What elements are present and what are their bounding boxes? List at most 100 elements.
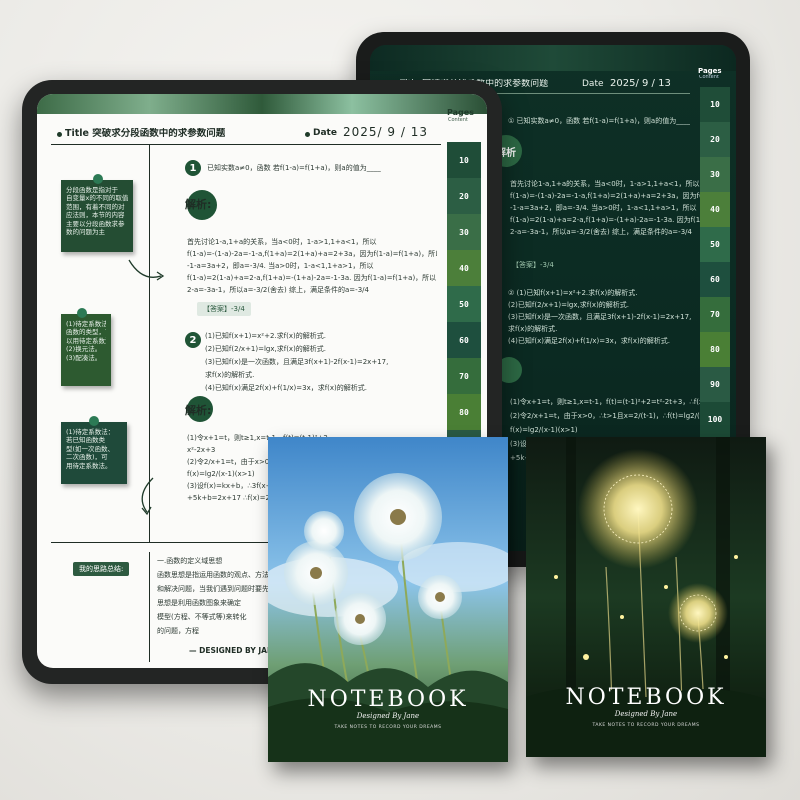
notebook-cover-night: NOTEBOOK Designed By Jane TAKE NOTES TO … [526, 437, 766, 757]
pin-3-icon [89, 416, 99, 426]
page-tab-20[interactable]: 20 [700, 122, 730, 157]
page-tab-30[interactable]: 30 [447, 214, 481, 250]
front-answer: 【答案】-3/4 [197, 302, 251, 316]
front-q2-line: (2)已知f(2/x+1)=lgx,求f(x)的解析式. [205, 345, 327, 353]
front-work-line: 首先讨论1-a,1+a的关系，当a<0时，1-a>1,1+a<1，所以 [187, 238, 377, 246]
sticky-note-3-text: (1)待定系数法： 若已知函数类 型(如一次函数、 二次函数)，可 用待定系数法。 [66, 428, 122, 470]
front-analysis2: 解析: [185, 404, 212, 417]
sticky-note-line: (2)换元法。 [66, 345, 102, 354]
sticky-note-line: 若已知函数类 [66, 436, 105, 445]
back-solution-line: (2)令2/x+1=t，由于x>0，∴t>1且x=2/(t-1)，∴f(t)=l… [510, 412, 700, 420]
page-tab-60[interactable]: 60 [447, 322, 481, 358]
title-bullet-icon [57, 132, 62, 137]
back-work-line: -1-a=3a+2，即a=-3/4. 当a>0时，1-a<1,1+a>1，所以 [510, 204, 697, 212]
notebook-cover-day: NOTEBOOK Designed By Jane TAKE NOTES TO … [268, 437, 508, 762]
back-q2-line: (3)已知f(x)是一次函数，且满足3f(x+1)-2f(x-1)=2x+17, [508, 313, 692, 321]
q1-number-badge: 1 [185, 160, 201, 176]
sticky-note-line: 自变量x的不同的取值 [66, 194, 128, 203]
sticky-note-line: (1)待定系数法： [66, 428, 115, 436]
back-work-line: f(1-a)=2(1-a)+a=2-a,f(1+a)=-(1+a)-2a=-1-… [510, 216, 700, 224]
front-q2-line: (1)已知f(x+1)=x²+2.求f(x)的解析式. [205, 332, 326, 340]
book-day-title: NOTEBOOK [307, 687, 469, 712]
page-tab-90[interactable]: 90 [700, 367, 730, 402]
back-date-value: 2025/ 9 / 13 [610, 78, 671, 89]
page-tab-30[interactable]: 30 [700, 157, 730, 192]
sticky-note-2: (1)待定系数法，若已知函数的类型，可以用待定系数法。(2)换元法。(3)配凑法… [61, 314, 111, 386]
sticky-note-2-text: (1)待定系数法，若已知函数的类型，可以用待定系数法。(2)换元法。(3)配凑法… [66, 320, 106, 362]
leaf-header-strip [37, 94, 487, 114]
page-tab-10[interactable]: 10 [700, 87, 730, 122]
back-q2-line: 求f(x)的解析式. [508, 325, 558, 333]
back-q2-block: ② (1)已知f(x+1)=x²+2.求f(x)的解析式. (2)已知f(2/x+… [508, 287, 698, 347]
sticky-note-line: 分段函数是指对于 [66, 186, 118, 194]
front-q2-line: (3)已知f(x)是一次函数，且满足3f(x+1)-2f(x-1)=2x+17, [205, 358, 389, 366]
back-work-block: 首先讨论1-a,1+a的关系，当a<0时，1-a>1,1+a<1，所以 f(1-a… [510, 178, 700, 238]
sticky-note-line: 应法则，本节的内容 [66, 211, 125, 220]
pin-2-icon [77, 308, 87, 318]
front-q2-block: (1)已知f(x+1)=x²+2.求f(x)的解析式. (2)已知f(2/x+1)… [205, 330, 435, 395]
page-tab-50[interactable]: 50 [447, 286, 481, 322]
front-title: Title 突破求分段函数中的求参数问题 [65, 128, 226, 139]
sticky-note-line: 范围，有着不同的对 [66, 202, 125, 211]
sticky-note-line: 型(如一次函数、 [66, 444, 115, 453]
back-solution-line: f(x)=lg2/(x-1)(x>1) [510, 426, 578, 434]
summary-divider [149, 552, 150, 662]
front-analysis: 解析: [185, 198, 212, 211]
front-q2-line: (4)已知f(x)满足2f(x)+f(1/x)=3x，求f(x)的解析式. [205, 384, 368, 392]
front-header-rule [51, 144, 441, 145]
book-night-title: NOTEBOOK [565, 685, 727, 710]
sticky-note-1-text: 分段函数是指对于 自变量x的不同的取值 范围，有着不同的对 应法则，本节的内容 主要以分… [66, 186, 128, 237]
sticky-note-3: (1)待定系数法： 若已知函数类 型(如一次函数、 二次函数)，可 用待定系数法。 [61, 422, 127, 484]
page-tab-20[interactable]: 20 [447, 178, 481, 214]
front-work-line: -1-a=3a+2，即a=-3/4. 当a>0时，1-a<1,1+a>1，所以 [187, 262, 374, 270]
sticky-note-line: (1)待定系数法，若已知 [66, 320, 106, 328]
sticky-note-line: 函数的类型，可 [66, 328, 106, 337]
page-tab-40[interactable]: 40 [700, 192, 730, 227]
front-page-tabs: 102030405060708090 [447, 142, 481, 466]
page-tab-70[interactable]: 70 [447, 358, 481, 394]
sticky-note-line: 数的问题为主 [66, 228, 105, 237]
page-tab-60[interactable]: 60 [700, 262, 730, 297]
page-tab-80[interactable]: 80 [700, 332, 730, 367]
book-day-tagline: TAKE NOTES TO RECORD YOUR DREAMS [334, 725, 442, 730]
pin-1-icon [93, 174, 103, 184]
back-q2-line: (4)已知f(x)满足2f(x)+f(1/x)=3x，求f(x)的解析式. [508, 337, 671, 345]
back-pages-sub: Content [699, 75, 719, 80]
summary-label: 我的思路总结: [73, 562, 130, 576]
front-q2-line: 求f(x)的解析式. [205, 371, 255, 379]
book-night-designer: Designed By Jane [614, 710, 678, 718]
front-date-value: 2025/ 9 / 13 [343, 125, 428, 139]
front-q1: 已知实数a≠0，函数 若f(1-a)=f(1+a)，则a的值为____ [207, 164, 381, 172]
sticky-note-line: 以用待定系数法。 [66, 336, 106, 345]
front-date-label: Date [313, 128, 337, 138]
page-tab-50[interactable]: 50 [700, 227, 730, 262]
front-work-block: 首先讨论1-a,1+a的关系，当a<0时，1-a>1,1+a<1，所以 f(1-a… [187, 236, 437, 296]
front-work-line: f(1-a)=-(1-a)-2a=-1-a,f(1+a)=2(1+a)+a=2+… [187, 250, 437, 258]
back-q2-line: (2)已知f(2/x+1)=lgx,求f(x)的解析式. [508, 301, 630, 309]
q2-number-badge: 2 [185, 332, 201, 348]
page-tab-100[interactable]: 100 [700, 402, 730, 437]
curved-arrow-2-icon [141, 477, 154, 516]
sticky-note-1: 分段函数是指对于 自变量x的不同的取值 范围，有着不同的对 应法则，本节的内容 主要以分… [61, 180, 133, 252]
sticky-note-line: 二次函数)，可 [66, 453, 108, 462]
page-tab-40[interactable]: 40 [447, 250, 481, 286]
back-q2-line: ② (1)已知f(x+1)=x²+2.求f(x)的解析式. [508, 289, 638, 297]
back-solution-line: (1)令x+1=t，则t≥1,x=t-1，f(t)=(t-1)²+2=t²-2t… [510, 398, 700, 406]
back-work-line: 2-a=-3a-1，所以a=-3/2(舍去) 综上，满足条件的a=-3/4 [510, 228, 692, 236]
page-tab-80[interactable]: 80 [447, 394, 481, 430]
back-answer: 【答案】-3/4 [512, 261, 554, 269]
sticky-note-line: 用待定系数法。 [66, 461, 112, 470]
sticky-note-line: 主要以分段函数求参 [66, 219, 125, 228]
page-tab-70[interactable]: 70 [700, 297, 730, 332]
page-tab-10[interactable]: 10 [447, 142, 481, 178]
date-bullet-icon [305, 132, 310, 137]
back-work-line: 首先讨论1-a,1+a的关系，当a<0时，1-a>1,1+a<1，所以 [510, 180, 700, 188]
front-work-line: f(1-a)=2(1-a)+a=2-a,f(1+a)=-(1+a)-2a=-1-… [187, 274, 437, 282]
front-work-line: 2-a=-3a-1，所以a=-3/2(舍去) 综上，满足条件的a=-3/4 [187, 286, 369, 294]
book-day-designer: Designed By Jane [356, 712, 420, 720]
curved-arrow-1-icon [128, 259, 165, 281]
back-work-line: f(1-a)=-(1-a)-2a=-1-a,f(1+a)=2(1+a)+a=2+… [510, 192, 700, 200]
back-pages-label: Pages [698, 67, 722, 75]
back-q1: ① 已知实数a≠0，函数 若f(1-a)=f(1+a)，则a的值为____ [508, 117, 691, 125]
sticky-note-line: (3)配凑法。 [66, 353, 102, 362]
